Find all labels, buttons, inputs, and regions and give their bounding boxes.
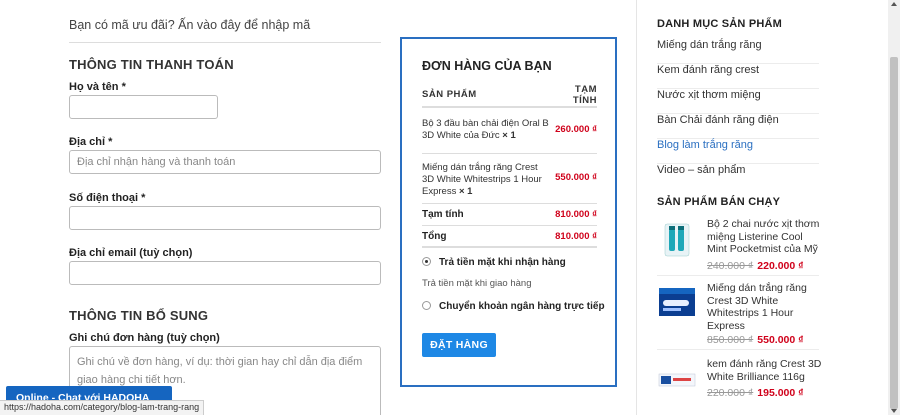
order-item-price: 260.000 ₫ xyxy=(555,124,597,135)
total-row: Tổng 810.000 ₫ xyxy=(422,226,597,248)
col-subtotal: TẠM TÍNH xyxy=(572,84,597,106)
col-product: SẢN PHẨM xyxy=(422,89,477,100)
order-review: ĐƠN HÀNG CỦA BẠN SẢN PHẨM TẠM TÍNH Bộ 3 đ… xyxy=(400,37,617,387)
scroll-down-arrow-icon[interactable] xyxy=(891,409,897,413)
whitestrips-box-icon[interactable] xyxy=(657,282,697,322)
subtotal-label: Tạm tính xyxy=(422,209,464,220)
category-link[interactable]: Video – sản phẩm xyxy=(657,164,819,189)
subtotal-value: 810.000 ₫ xyxy=(555,209,597,220)
phone-field[interactable] xyxy=(69,206,381,230)
mouth-spray-icon[interactable] xyxy=(657,220,697,260)
subtotal-row: Tạm tính 810.000 ₫ xyxy=(422,204,597,226)
order-table-header: SẢN PHẨM TẠM TÍNH xyxy=(422,84,597,108)
product-prices: 220.000 ₫ 195.000 ₫ xyxy=(707,387,804,399)
address-field[interactable]: Địa chỉ nhận hàng và thanh toán xyxy=(69,150,381,174)
order-item: Bộ 3 đầu bàn chải điện Oral B 3D White c… xyxy=(422,108,597,154)
scroll-thumb[interactable] xyxy=(890,57,898,409)
category-link[interactable]: Kem đánh răng crest xyxy=(657,64,819,89)
notes-label: Ghi chú đơn hàng (tuỳ chọn) xyxy=(69,332,220,344)
toothpaste-icon[interactable] xyxy=(657,360,697,400)
total-value: 810.000 ₫ xyxy=(555,231,597,242)
category-link[interactable]: Bàn Chải đánh răng điện xyxy=(657,114,819,139)
place-order-button[interactable]: ĐẶT HÀNG xyxy=(422,333,496,357)
status-bar-url: https://hadoha.com/category/blog-lam-tra… xyxy=(0,400,205,415)
product-prices: 240.000 ₫ 220.000 ₫ xyxy=(707,260,804,272)
phone-label: Số điện thoại * xyxy=(69,192,146,204)
coupon-link[interactable]: Bạn có mã ưu đãi? Ấn vào đây để nhập mã xyxy=(69,18,381,43)
product-name[interactable]: Bộ 2 chai nước xịt thơm miệng Listerine … xyxy=(707,218,822,256)
order-item-name: Miếng dán trắng răng Crest 3D White Whit… xyxy=(422,162,542,197)
category-link[interactable]: Nước xịt thơm miệng xyxy=(657,89,819,114)
name-field[interactable] xyxy=(69,95,218,119)
order-title: ĐƠN HÀNG CỦA BẠN xyxy=(422,59,552,73)
payment-cod-option[interactable]: Trả tiền mặt khi nhận hàng xyxy=(422,257,566,268)
radio-unselected-icon[interactable] xyxy=(422,301,431,310)
billing-title: THÔNG TIN THANH TOÁN xyxy=(69,57,234,72)
payment-cod-description: Trả tiền mặt khi giao hàng xyxy=(422,278,532,289)
bestsellers-title: SẢN PHẨM BÁN CHẠY xyxy=(657,196,781,208)
scroll-up-arrow-icon[interactable] xyxy=(891,2,897,6)
radio-selected-icon[interactable] xyxy=(422,257,431,266)
product-item[interactable]: Miếng dán trắng răng Crest 3D White Whit… xyxy=(657,280,819,350)
email-label: Địa chỉ email (tuỳ chọn) xyxy=(69,247,193,259)
total-label: Tổng xyxy=(422,231,447,242)
product-item[interactable]: Bộ 2 chai nước xịt thơm miệng Listerine … xyxy=(657,216,819,276)
category-link[interactable]: Miếng dán trắng răng xyxy=(657,39,819,64)
payment-bank-option[interactable]: Chuyển khoản ngân hàng trực tiếp xyxy=(422,301,605,312)
categories-title: DANH MỤC SẢN PHẨM xyxy=(657,18,783,30)
sidebar-divider xyxy=(636,0,637,415)
product-name[interactable]: kem đánh răng Crest 3D White Brilliance … xyxy=(707,358,822,383)
email-field[interactable] xyxy=(69,261,381,285)
address-label: Địa chỉ * xyxy=(69,136,113,148)
category-link-active[interactable]: Blog làm trắng răng xyxy=(657,139,819,164)
name-label: Họ và tên * xyxy=(69,81,126,93)
page-scrollbar[interactable] xyxy=(888,0,900,415)
additional-title: THÔNG TIN BỔ SUNG xyxy=(69,308,209,323)
order-item-name: Bộ 3 đầu bàn chải điện Oral B 3D White c… xyxy=(422,118,549,141)
order-item-price: 550.000 ₫ xyxy=(555,172,597,183)
product-prices: 850.000 ₫ 550.000 ₫ xyxy=(707,334,804,346)
product-item[interactable]: kem đánh răng Crest 3D White Brilliance … xyxy=(657,356,822,406)
product-name[interactable]: Miếng dán trắng răng Crest 3D White Whit… xyxy=(707,282,822,332)
order-item: Miếng dán trắng răng Crest 3D White Whit… xyxy=(422,154,597,204)
